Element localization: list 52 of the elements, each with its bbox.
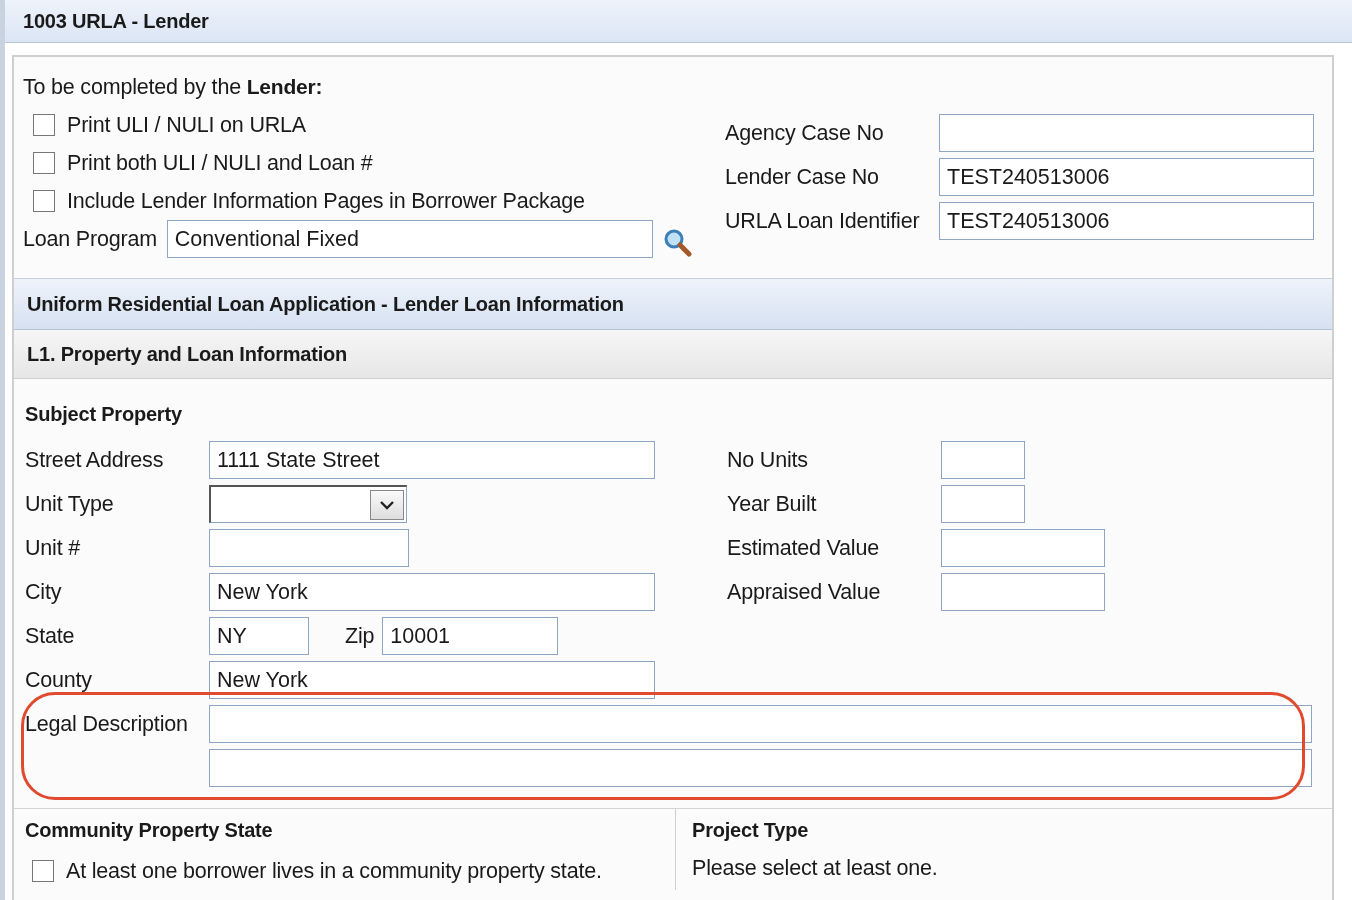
input-field[interactable]: New York [209, 661, 655, 699]
field-label: City [25, 579, 63, 605]
group-heading: Project Type [692, 819, 810, 842]
field-label: State [25, 623, 76, 649]
input-field[interactable] [209, 705, 1312, 743]
input-field[interactable] [209, 749, 1312, 787]
field-label: Unit # [25, 535, 81, 561]
input-field[interactable]: New York [209, 573, 655, 611]
input-field[interactable] [941, 529, 1105, 567]
input-field[interactable] [941, 573, 1105, 611]
field-label: County [25, 667, 93, 693]
input-field[interactable]: NY [209, 617, 309, 655]
input-field[interactable]: 1111 State Street [209, 441, 655, 479]
field-label: Loan Program [23, 226, 157, 252]
checkbox[interactable] [33, 114, 55, 136]
group-heading: Subject Property [25, 403, 183, 426]
checkbox-label: Include Lender Information Pages in Borrower Package [67, 188, 585, 214]
field-label: No Units [727, 447, 809, 473]
checkbox[interactable] [33, 190, 55, 212]
field-label: Agency Case No [725, 120, 885, 146]
field-label: Legal Description [25, 711, 189, 737]
input-field[interactable]: TEST240513006 [939, 202, 1314, 240]
field-label: Unit Type [25, 491, 115, 517]
group-heading: Community Property State [25, 819, 274, 842]
section-header: Uniform Residential Loan Application - Lender Loan Information [14, 279, 1332, 330]
checkbox-label: Print ULI / NULI on URLA [67, 112, 306, 138]
field-label: Year Built [727, 491, 818, 517]
search-icon[interactable] [662, 228, 693, 258]
input-field[interactable]: TEST240513006 [939, 158, 1314, 196]
caret-icon [379, 499, 395, 510]
intro-text: To be completed by the Lender: [23, 75, 324, 100]
subsection-header: L1. Property and Loan Information [14, 330, 1332, 379]
dropdown-button[interactable] [370, 489, 404, 520]
field-label: URLA Loan Identifier [725, 208, 921, 234]
field-label: Zip [345, 623, 375, 649]
field-label: Lender Case No [725, 164, 880, 190]
field-label: Estimated Value [727, 535, 880, 561]
field-label: Street Address [25, 447, 165, 473]
checkbox-label: Print both ULI / NULI and Loan # [67, 150, 373, 176]
checkbox[interactable] [32, 860, 54, 882]
hint-text: Please select at least one. [692, 856, 938, 881]
checkbox[interactable] [33, 152, 55, 174]
page-title: 1003 URLA - Lender [23, 9, 209, 33]
input-field[interactable] [939, 114, 1314, 152]
unit-type-dropdown[interactable] [209, 485, 407, 523]
input-field[interactable] [941, 485, 1025, 523]
field-label: Appraised Value [727, 579, 882, 605]
input-field[interactable]: 10001 [382, 617, 559, 655]
loan-program-field[interactable]: Conventional Fixed [166, 220, 653, 258]
checkbox-label: At least one borrower lives in a community property state. [66, 858, 602, 884]
input-field[interactable] [941, 441, 1025, 479]
input-field[interactable] [209, 529, 409, 567]
